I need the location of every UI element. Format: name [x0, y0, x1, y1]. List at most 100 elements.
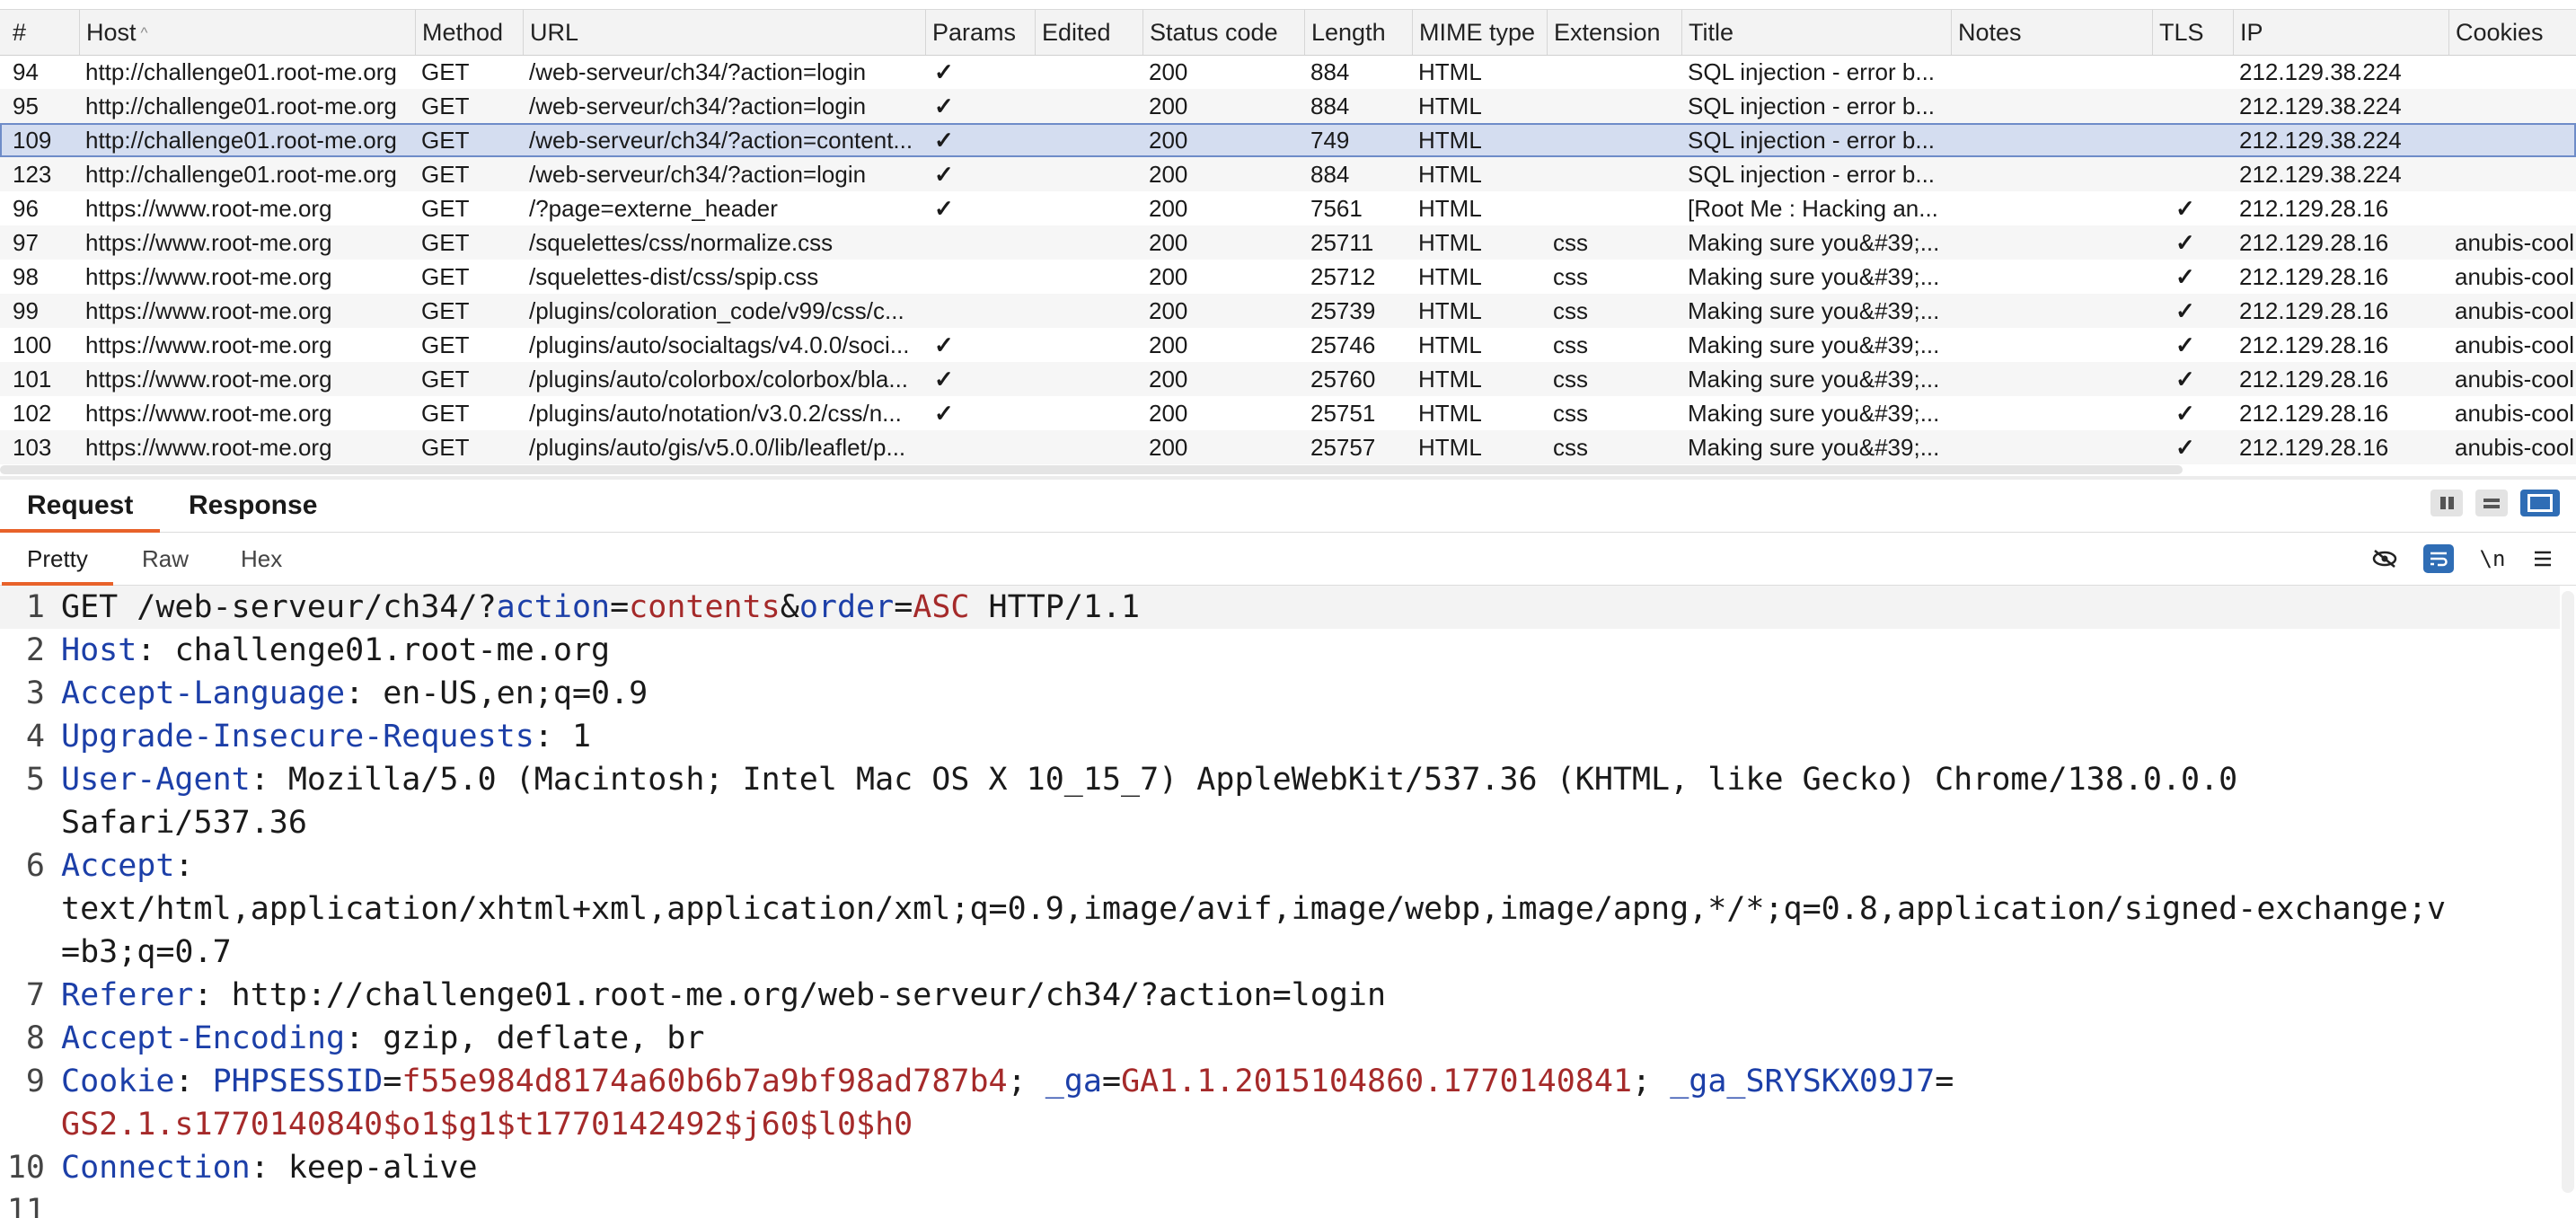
cell-params [925, 260, 1035, 294]
cell-params: ✓ [934, 400, 954, 427]
horizontal-scrollbar[interactable] [0, 465, 2183, 474]
cell-host: https://www.root-me.org [85, 263, 332, 290]
wrap-lines-icon[interactable] [2423, 544, 2454, 573]
cell-edited [1035, 430, 1142, 464]
code-token: = [610, 589, 630, 625]
split-horizontal-icon[interactable] [2430, 490, 2463, 516]
cell-url: /plugins/auto/gis/v5.0.0/lib/leaflet/p..… [529, 434, 906, 461]
param-name: _ga [1045, 1064, 1102, 1099]
code-line[interactable]: 5 User-Agent: Mozilla/5.0 (Macintosh; Int… [0, 758, 2560, 801]
request-editor[interactable]: 1 GET /web-serveur/ch34/?action=contents&… [0, 586, 2576, 1218]
header-name: Upgrade-Insecure-Requests [61, 719, 534, 755]
cell-edited [1035, 157, 1142, 191]
column-header-cookies[interactable]: Cookies [2448, 10, 2576, 55]
column-header-status[interactable]: Status code [1142, 10, 1304, 55]
column-header-title[interactable]: Title [1681, 10, 1951, 55]
cell-mime: HTML [1418, 229, 1482, 256]
cell-num: 100 [13, 331, 52, 358]
cell-notes [1951, 294, 2152, 328]
code-line[interactable]: text/html,application/xhtml+xml,applicat… [0, 887, 2560, 931]
cell-ip: 212.129.28.16 [2239, 434, 2389, 461]
vertical-scrollbar[interactable] [2562, 591, 2574, 1193]
cell-num: 102 [13, 400, 52, 427]
cell-title: SQL injection - error b... [1688, 58, 1936, 85]
table-row[interactable]: 96 https://www.root-me.org GET /?page=exter… [0, 191, 2576, 225]
line-number: 3 [25, 675, 45, 711]
table-row[interactable]: 100 https://www.root-me.org GET/plugins/au… [0, 328, 2576, 362]
tab-raw[interactable]: Raw [142, 533, 189, 585]
column-header-method[interactable]: Method [415, 10, 523, 55]
table-row[interactable]: 109 http://challenge01.root-me.org GET/web… [0, 123, 2576, 157]
tab-hex[interactable]: Hex [241, 533, 282, 585]
newline-icon[interactable]: \n [2477, 544, 2508, 573]
cell-url: /plugins/coloration_code/v99/css/c... [529, 297, 904, 324]
single-pane-icon[interactable] [2520, 490, 2560, 516]
cell-mime: HTML [1418, 127, 1482, 154]
tab-response[interactable]: Response [189, 480, 317, 532]
code-text: GS2.1.s1770140840$o1$g1$t1770142492$j60$… [61, 1103, 2558, 1146]
cell-num: 123 [13, 161, 52, 188]
table-row[interactable]: 102 https://www.root-me.org GET/plugins/au… [0, 396, 2576, 430]
cell-ip: 212.129.38.224 [2239, 127, 2402, 154]
header-name: User-Agent [61, 762, 251, 798]
table-row[interactable]: 94 http://challenge01.root-me.org GET/web-… [0, 55, 2576, 89]
code-line[interactable]: GS2.1.s1770140840$o1$g1$t1770142492$j60$… [0, 1103, 2560, 1146]
cell-notes [1951, 55, 2152, 89]
column-header-num[interactable]: # [0, 10, 79, 55]
cell-url: /squelettes-dist/css/spip.css [529, 263, 819, 290]
code-line[interactable]: 10 Connection: keep-alive [0, 1146, 2560, 1189]
column-header-mime[interactable]: MIME type [1412, 10, 1547, 55]
table-row[interactable]: 97 https://www.root-me.org GET/squelettes/… [0, 225, 2576, 260]
code-line[interactable]: 1 GET /web-serveur/ch34/?action=contents&… [0, 586, 2560, 629]
code-line[interactable]: 2 Host: challenge01.root-me.org [0, 629, 2560, 672]
table-row[interactable]: 99 https://www.root-me.org GET/plugins/col… [0, 294, 2576, 328]
column-header-tls[interactable]: TLS [2152, 10, 2233, 55]
param-name: PHPSESSID [212, 1064, 384, 1099]
code-line[interactable]: 6 Accept: [0, 844, 2560, 887]
menu-icon[interactable] [2527, 544, 2558, 573]
column-header-label: Status code [1150, 19, 1278, 46]
column-header-ip[interactable]: IP [2233, 10, 2448, 55]
code-line[interactable]: 8 Accept-Encoding: gzip, deflate, br [0, 1017, 2560, 1060]
cell-length: 749 [1310, 127, 1350, 154]
column-header-host[interactable]: Host ^ [79, 10, 415, 55]
column-header-length[interactable]: Length [1304, 10, 1412, 55]
column-header-edited[interactable]: Edited [1035, 10, 1142, 55]
column-header-url[interactable]: URL [523, 10, 925, 55]
table-row[interactable]: 103 https://www.root-me.org GET/plugins/au… [0, 430, 2576, 464]
column-header-notes[interactable]: Notes [1951, 10, 2152, 55]
param-value: contents [629, 589, 781, 625]
cell-ip: 212.129.28.16 [2239, 195, 2389, 222]
cell-method: GET [421, 93, 470, 119]
cell-status: 200 [1149, 229, 1188, 256]
table-row[interactable]: 95 http://challenge01.root-me.org GET/web-… [0, 89, 2576, 123]
table-row[interactable]: 98 https://www.root-me.org GET/squelettes-… [0, 260, 2576, 294]
cell-edited [1035, 328, 1142, 362]
table-row[interactable]: 101 https://www.root-me.org GET/plugins/au… [0, 362, 2576, 396]
tab-pretty[interactable]: Pretty [2, 533, 113, 586]
code-line[interactable]: Safari/537.36 [0, 801, 2560, 844]
cell-method: GET [421, 400, 470, 427]
cell-host: https://www.root-me.org [85, 366, 332, 393]
cell-tls: ✓ [2175, 229, 2195, 256]
cell-mime: HTML [1418, 195, 1482, 222]
code-line[interactable]: 4 Upgrade-Insecure-Requests: 1 [0, 715, 2560, 758]
tab-request[interactable]: Request [0, 480, 161, 533]
cell-edited [1035, 123, 1142, 157]
cell-mime: HTML [1418, 400, 1482, 427]
table-row[interactable]: 123 http://challenge01.root-me.org GET/web… [0, 157, 2576, 191]
code-line[interactable]: =b3;q=0.7 [0, 931, 2560, 974]
cell-ip: 212.129.28.16 [2239, 400, 2389, 427]
cell-cookies [2448, 191, 2576, 225]
code-line[interactable]: 9 Cookie: PHPSESSID=f55e984d8174a60b6b7a9… [0, 1060, 2560, 1103]
code-line[interactable]: 11 [0, 1189, 2560, 1218]
column-header-extension[interactable]: Extension [1547, 10, 1681, 55]
code-line[interactable]: 3 Accept-Language: en-US,en;q=0.9 [0, 672, 2560, 715]
column-header-params[interactable]: Params [925, 10, 1035, 55]
code-text: Host: challenge01.root-me.org [61, 629, 2558, 672]
cell-cookies [2448, 157, 2576, 191]
hide-icon[interactable] [2369, 544, 2400, 573]
code-line[interactable]: 7 Referer: http://challenge01.root-me.org… [0, 974, 2560, 1017]
split-vertical-icon[interactable] [2475, 490, 2508, 516]
code-text: User-Agent: Mozilla/5.0 (Macintosh; Inte… [61, 758, 2558, 801]
